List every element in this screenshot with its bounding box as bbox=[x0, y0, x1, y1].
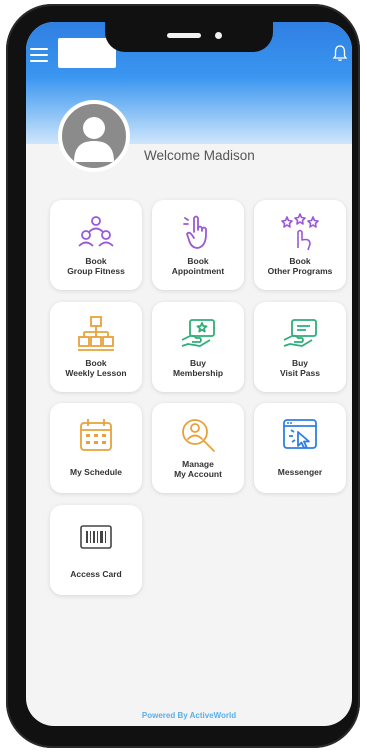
calendar-icon bbox=[80, 419, 112, 451]
hand-touch-icon bbox=[183, 215, 207, 249]
tile-book-weekly-lesson[interactable]: Book Weekly Lesson bbox=[50, 302, 142, 392]
search-user-icon bbox=[182, 419, 215, 452]
tile-label: Buy Visit Pass bbox=[279, 358, 320, 378]
tile-label: Book Group Fitness bbox=[67, 256, 125, 276]
tile-manage-my-account[interactable]: Manage My Account bbox=[152, 403, 244, 493]
tile-label: Manage My Account bbox=[174, 459, 222, 479]
welcome-message: Welcome Madison bbox=[144, 148, 255, 163]
hand-pass-icon bbox=[283, 319, 317, 347]
tile-access-card[interactable]: Access Card bbox=[50, 505, 142, 595]
group-people-icon bbox=[78, 216, 114, 247]
tile-label: My Schedule bbox=[70, 467, 122, 477]
tile-label: Book Other Programs bbox=[267, 256, 333, 276]
tile-label: Access Card bbox=[70, 569, 122, 579]
tile-book-appointment[interactable]: Book Appointment bbox=[152, 200, 244, 290]
tile-label: Messenger bbox=[277, 467, 323, 477]
stars-hand-icon bbox=[281, 213, 319, 251]
phone-notch bbox=[105, 22, 273, 52]
tile-book-group-fitness[interactable]: Book Group Fitness bbox=[50, 200, 142, 290]
tile-book-other-programs[interactable]: Book Other Programs bbox=[254, 200, 346, 290]
user-silhouette-icon bbox=[74, 117, 114, 162]
avatar[interactable] bbox=[58, 100, 130, 172]
phone-frame: Welcome Madison Book Group Fitness Book … bbox=[6, 4, 360, 748]
powered-by-footer: Powered By ActiveWorld bbox=[141, 711, 237, 720]
camera bbox=[215, 32, 222, 39]
tile-label: Book Appointment bbox=[171, 256, 225, 276]
tile-buy-membership[interactable]: Buy Membership bbox=[152, 302, 244, 392]
hand-card-icon bbox=[181, 319, 215, 347]
tile-messenger[interactable]: Messenger bbox=[254, 403, 346, 493]
tile-my-schedule[interactable]: My Schedule bbox=[50, 403, 142, 493]
tile-buy-visit-pass[interactable]: Buy Visit Pass bbox=[254, 302, 346, 392]
barcode-icon bbox=[80, 525, 112, 549]
bell-icon[interactable] bbox=[332, 44, 348, 62]
menu-icon[interactable] bbox=[30, 48, 48, 62]
speaker bbox=[167, 33, 201, 38]
hierarchy-icon bbox=[78, 316, 114, 351]
window-cursor-icon bbox=[283, 419, 317, 449]
app-screen: Welcome Madison Book Group Fitness Book … bbox=[26, 22, 352, 726]
tile-label: Book Weekly Lesson bbox=[65, 358, 127, 378]
tile-label: Buy Membership bbox=[172, 358, 224, 378]
